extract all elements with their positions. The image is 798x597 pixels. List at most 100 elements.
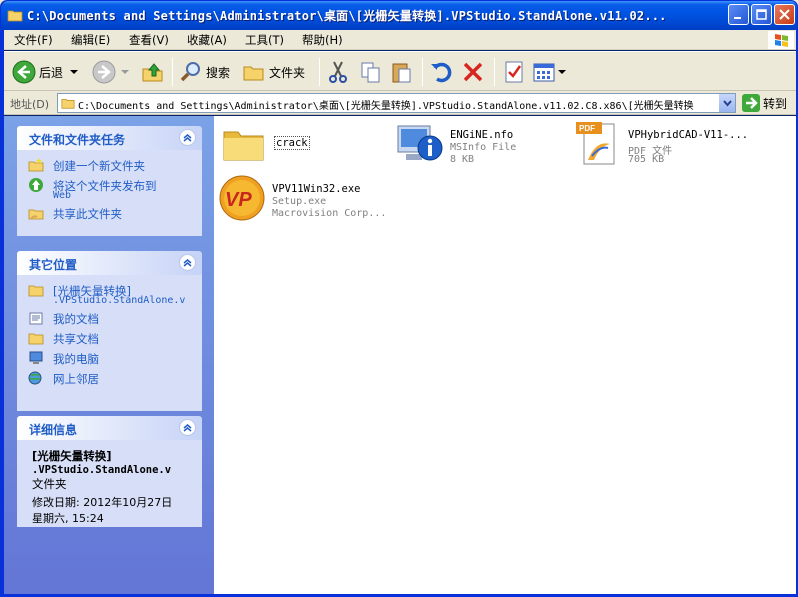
- toolbar-separator: [494, 58, 495, 86]
- task-new-folder[interactable]: 创建一个新文件夹: [17, 156, 202, 176]
- address-label: 地址(D): [10, 98, 50, 111]
- place-my-computer[interactable]: 我的电脑: [17, 349, 202, 369]
- file-item[interactable]: ENGiNE.nfo MSInfo File 8 KB: [396, 120, 556, 172]
- go-button[interactable]: 转到: [742, 94, 787, 112]
- folder-icon: [7, 10, 23, 22]
- cut-button[interactable]: [326, 56, 350, 88]
- back-button[interactable]: 后退: [12, 56, 79, 88]
- details-title: 详细信息: [29, 423, 78, 437]
- menu-edit[interactable]: 编辑(E): [71, 32, 110, 48]
- file-folder-tasks-header[interactable]: 文件和文件夹任务: [17, 126, 202, 150]
- file-name: crack: [274, 136, 310, 150]
- forward-arrow-icon: [92, 60, 116, 84]
- task-share-folder[interactable]: 共享此文件夹: [17, 204, 202, 224]
- place-network-places[interactable]: 网上邻居: [17, 369, 202, 389]
- task-publish-web-label-2: Web: [53, 190, 72, 201]
- menu-favorites[interactable]: 收藏(A): [187, 32, 227, 48]
- file-size: 705 KB: [628, 154, 665, 165]
- chevron-down-icon[interactable]: [69, 67, 79, 77]
- new-folder-icon: [28, 158, 44, 172]
- file-description: Setup.exe: [272, 196, 327, 207]
- place-shared-documents-label: 共享文档: [53, 332, 99, 346]
- my-computer-icon: [29, 351, 43, 364]
- chevron-down-icon[interactable]: [558, 68, 566, 76]
- place-my-documents-label: 我的文档: [53, 312, 99, 326]
- details-name: [光栅矢量转换]: [32, 449, 112, 463]
- menu-help[interactable]: 帮助(H): [302, 32, 343, 48]
- go-arrow-icon: [742, 94, 760, 112]
- paste-button[interactable]: [390, 56, 414, 88]
- windows-logo-icon: [768, 31, 794, 49]
- other-places-body: [光栅矢量转换] .VPStudio.StandAlone.v 我的文档 共享文…: [17, 275, 202, 411]
- file-name: ENGiNE.nfo: [450, 129, 514, 141]
- properties-button[interactable]: [502, 56, 526, 88]
- task-pane: 文件和文件夹任务 创建一个新文件夹 将这个文件夹发布到 Web 共享此文件夹 其…: [4, 116, 214, 594]
- details-header[interactable]: 详细信息: [17, 416, 202, 440]
- task-publish-web[interactable]: 将这个文件夹发布到 Web: [17, 176, 202, 204]
- menu-file[interactable]: 文件(F): [14, 32, 53, 48]
- collapse-chevron-icon[interactable]: [179, 254, 196, 271]
- copy-button[interactable]: [359, 56, 383, 88]
- address-dropdown-button[interactable]: [718, 94, 735, 112]
- delete-button[interactable]: [461, 56, 485, 88]
- file-folder-tasks-title: 文件和文件夹任务: [29, 133, 126, 147]
- file-view: crack ENGiNE.nfo MSInfo File 8 KB PDF VP…: [214, 116, 796, 594]
- scissors-icon: [329, 61, 347, 83]
- file-item[interactable]: VP VPV11Win32.exe Setup.exe Macrovision …: [218, 174, 398, 226]
- file-item[interactable]: PDF VPHybridCAD-V11-... PDF 文件 705 KB: [574, 120, 784, 172]
- folders-button[interactable]: 文件夹: [242, 56, 305, 88]
- my-documents-icon: [29, 312, 43, 325]
- menu-view[interactable]: 查看(V): [129, 32, 169, 48]
- vp-setup-icon: VP: [219, 175, 265, 221]
- file-size: 8 KB: [450, 154, 475, 165]
- delete-x-icon: [463, 62, 483, 82]
- other-places-header[interactable]: 其它位置: [17, 251, 202, 275]
- views-icon: [533, 63, 555, 82]
- close-icon: [779, 9, 790, 20]
- up-folder-button[interactable]: [141, 56, 165, 88]
- forward-button[interactable]: [92, 56, 130, 88]
- title-bar[interactable]: C:\Documents and Settings\Administrator\…: [1, 1, 797, 30]
- file-folder-tasks-body: 创建一个新文件夹 将这个文件夹发布到 Web 共享此文件夹: [17, 150, 202, 236]
- file-name: VPV11Win32.exe: [272, 183, 361, 195]
- place-parent-folder[interactable]: [光栅矢量转换] .VPStudio.StandAlone.v: [17, 281, 202, 309]
- views-button[interactable]: [532, 56, 566, 88]
- chevron-down-icon[interactable]: [120, 67, 130, 77]
- details-modified: 修改日期: 2012年10月27日: [32, 496, 173, 509]
- other-places-box: 其它位置 [光栅矢量转换] .VPStudio.StandAlone.v 我的文…: [17, 251, 202, 411]
- task-new-folder-label: 创建一个新文件夹: [53, 159, 145, 173]
- back-label: 后退: [39, 65, 64, 80]
- paste-icon: [392, 63, 411, 83]
- collapse-chevron-icon[interactable]: [179, 419, 196, 436]
- place-parent-folder-label-2: .VPStudio.StandAlone.v: [53, 295, 186, 306]
- pdf-icon: PDF: [576, 122, 615, 165]
- search-label: 搜索: [206, 65, 231, 80]
- place-my-documents[interactable]: 我的文档: [17, 309, 202, 329]
- folder-icon: [223, 131, 264, 161]
- back-arrow-icon: [12, 60, 36, 84]
- details-modified-2: 星期六, 15:24: [32, 512, 104, 525]
- undo-button[interactable]: [429, 56, 453, 88]
- publish-web-icon: [29, 178, 43, 192]
- collapse-chevron-icon[interactable]: [179, 129, 196, 146]
- chevron-down-icon: [722, 99, 732, 107]
- maximize-button[interactable]: [751, 4, 772, 25]
- place-shared-documents[interactable]: 共享文档: [17, 329, 202, 349]
- copy-icon: [361, 62, 380, 83]
- minimize-button[interactable]: [728, 4, 749, 25]
- explorer-window: C:\Documents and Settings\Administrator\…: [0, 0, 798, 597]
- folders-icon: [243, 66, 264, 81]
- folder-icon: [61, 99, 75, 109]
- file-name: VPHybridCAD-V11-...: [628, 129, 749, 141]
- svg-text:VP: VP: [225, 189, 252, 211]
- other-places-title: 其它位置: [29, 258, 78, 272]
- menu-tools[interactable]: 工具(T): [245, 32, 284, 48]
- file-item[interactable]: crack: [220, 120, 370, 172]
- address-input[interactable]: C:\Documents and Settings\Administrator\…: [57, 93, 736, 113]
- details-box: 详细信息 [光栅矢量转换] .VPStudio.StandAlone.v 文件夹…: [17, 416, 202, 527]
- search-button[interactable]: 搜索: [179, 56, 230, 88]
- folder-icon: [28, 285, 44, 297]
- place-my-computer-label: 我的电脑: [53, 352, 99, 366]
- close-button[interactable]: [774, 4, 795, 25]
- menu-bar: 文件(F) 编辑(E) 查看(V) 收藏(A) 工具(T) 帮助(H): [4, 30, 796, 50]
